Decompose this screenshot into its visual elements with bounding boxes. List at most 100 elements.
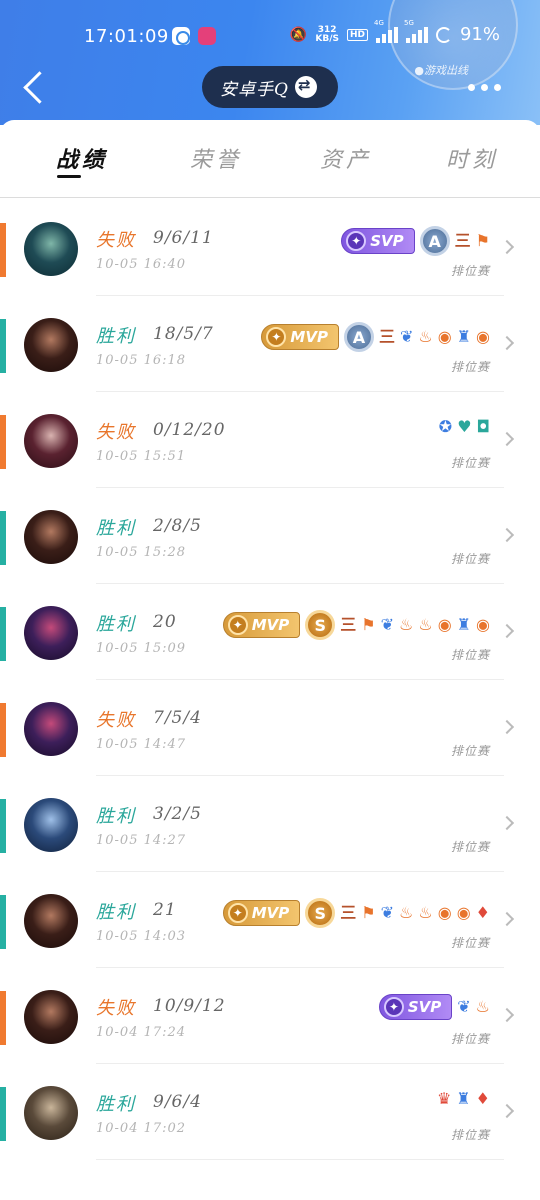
tab-assets[interactable]: 资产 (320, 142, 372, 174)
hero-avatar (24, 414, 78, 468)
banner-label: ●游戏出线 (414, 64, 468, 77)
tab-moments[interactable]: 时刻 (446, 142, 498, 174)
account-switch-button[interactable]: 安卓手Q (202, 66, 338, 108)
medal-icon: ✦ (383, 997, 404, 1017)
achievement-icon: ♨ (399, 903, 414, 922)
mvp-badge: ✦ MVP (261, 324, 339, 350)
achievement-icon: ◉ (437, 903, 452, 922)
match-row[interactable]: 胜利 9/6/4 10-04 17:02 ♛ ♜ ♦ 排位赛 (0, 1064, 540, 1160)
match-time: 10-04 17:24 (96, 1025, 187, 1040)
match-time: 10-05 15:09 (96, 641, 187, 656)
svp-badge: ✦ SVP (341, 228, 415, 254)
match-badges: ✦ MVP A 三 ❦ ♨ ◉ ♜ ◉ (261, 322, 490, 352)
match-row[interactable]: 胜利 18/5/7 10-05 16:18 ✦ MVP A 三 ❦ ♨ ◉ ♜ ◉ 排位赛 (0, 296, 540, 392)
achievement-icon: 三 (340, 903, 357, 922)
match-result: 胜利 (96, 806, 136, 827)
match-result: 胜利 (96, 1094, 136, 1115)
hero-avatar (24, 894, 78, 948)
game-mode: 排位赛 (450, 648, 490, 662)
match-badges: ♛ ♜ ♦ (437, 1090, 490, 1108)
kda: 0/12/20 (153, 420, 226, 440)
badge-label: SVP (370, 232, 404, 250)
achievement-icon: ◘ (476, 417, 490, 436)
chevron-right-icon (499, 623, 515, 639)
achievement-icon: ◉ (437, 327, 452, 346)
status-icons: 🔕 312 KB/S HD 4G 5G 91% (289, 19, 500, 46)
signal-5g-icon: 5G (404, 19, 428, 43)
match-badges: ✪ ♥ ◘ (439, 418, 490, 436)
kda: 20 (153, 612, 177, 632)
kda: 21 (153, 900, 177, 920)
medal-icon: ✦ (266, 327, 287, 347)
result-indicator-bar (0, 607, 6, 661)
kda: 3/2/5 (153, 804, 202, 824)
game-mode: 排位赛 (450, 456, 490, 470)
match-result: 胜利 (96, 614, 136, 635)
mute-bell-icon: 🔕 (289, 26, 308, 43)
match-row[interactable]: 失败 10/9/12 10-04 17:24 ✦ SVP ❦ ♨ 排位赛 (0, 968, 540, 1064)
battery-icon (435, 26, 452, 43)
chevron-right-icon (499, 335, 515, 351)
achievement-icon: ❦ (399, 327, 414, 346)
row-divider (96, 1159, 504, 1160)
notification-app-icon (172, 27, 190, 45)
signal-4g-icon: 4G (374, 19, 398, 43)
kda: 2/8/5 (153, 516, 202, 536)
tab-honor[interactable]: 荣誉 (190, 142, 242, 174)
hero-avatar (24, 1086, 78, 1140)
notification-bilibili-icon (198, 27, 216, 45)
hero-avatar (24, 990, 78, 1044)
chevron-right-icon (499, 527, 515, 543)
match-row[interactable]: 胜利 20 10-05 15:09 ✦ MVP S 三 ⚑ ❦ ♨ ♨ ◉ ♜ ◉ 排位赛 (0, 584, 540, 680)
grade-badge: S (305, 610, 336, 640)
game-mode: 排位赛 (450, 1128, 490, 1142)
tab-record[interactable]: 战绩 (56, 142, 108, 174)
achievement-icon: ⚑ (361, 615, 376, 634)
chevron-right-icon (499, 239, 515, 255)
kda: 18/5/7 (153, 324, 214, 344)
kda: 10/9/12 (153, 996, 226, 1016)
svp-badge: ✦ SVP (378, 994, 453, 1020)
medal-icon: ✦ (227, 615, 248, 635)
game-mode: 排位赛 (450, 936, 490, 950)
achievement-icon: ◉ (437, 615, 452, 634)
match-row[interactable]: 胜利 21 10-05 14:03 ✦ MVP S 三 ⚑ ❦ ♨ ♨ ◉ ◉ ♦ 排位赛 (0, 872, 540, 968)
swap-icon (294, 76, 317, 98)
game-mode: 排位赛 (450, 264, 490, 278)
kda: 7/5/4 (153, 708, 202, 728)
match-result: 胜利 (96, 902, 136, 923)
match-result: 胜利 (96, 326, 136, 347)
grade-badge: A (419, 226, 450, 256)
match-row[interactable]: 胜利 3/2/5 10-05 14:27 排位赛 (0, 776, 540, 872)
achievement-icon: ♦ (475, 1089, 490, 1108)
achievement-icon: ♛ (436, 1089, 452, 1108)
back-button[interactable] (20, 68, 50, 108)
achievement-icon: ⚑ (475, 231, 490, 250)
match-result: 失败 (96, 998, 136, 1019)
achievement-icon: ◉ (456, 903, 471, 922)
account-label: 安卓手Q (220, 79, 289, 100)
badge-label: MVP (290, 328, 328, 346)
hero-avatar (24, 510, 78, 564)
result-indicator-bar (0, 799, 6, 853)
result-indicator-bar (0, 223, 6, 277)
hd-icon: HD (346, 28, 368, 41)
match-row[interactable]: 失败 9/6/11 10-05 16:40 ✦ SVP A 三 ⚑ 排位赛 (0, 200, 540, 296)
kda: 9/6/11 (153, 228, 214, 248)
battery-percent: 91% (459, 24, 500, 45)
more-options-button[interactable] (468, 78, 508, 98)
match-badges: ✦ MVP S 三 ⚑ ❦ ♨ ♨ ◉ ♜ ◉ (222, 610, 490, 640)
mvp-badge: ✦ MVP (222, 900, 301, 926)
match-row[interactable]: 失败 7/5/4 10-05 14:47 排位赛 (0, 680, 540, 776)
status-bar: 17:01:09 🔕 312 KB/S HD 4G 5G 91% (0, 19, 540, 52)
match-row[interactable]: 失败 0/12/20 10-05 15:51 ✪ ♥ ◘ 排位赛 (0, 392, 540, 488)
achievement-icon: ♨ (418, 615, 433, 634)
chevron-right-icon (499, 431, 515, 447)
match-time: 10-05 14:47 (96, 737, 187, 752)
result-indicator-bar (0, 415, 6, 469)
achievement-icon: ♦ (475, 903, 490, 922)
chevron-right-icon (499, 1007, 515, 1023)
match-time: 10-05 15:28 (96, 545, 187, 560)
match-row[interactable]: 胜利 2/8/5 10-05 15:28 排位赛 (0, 488, 540, 584)
game-mode: 排位赛 (450, 552, 490, 566)
